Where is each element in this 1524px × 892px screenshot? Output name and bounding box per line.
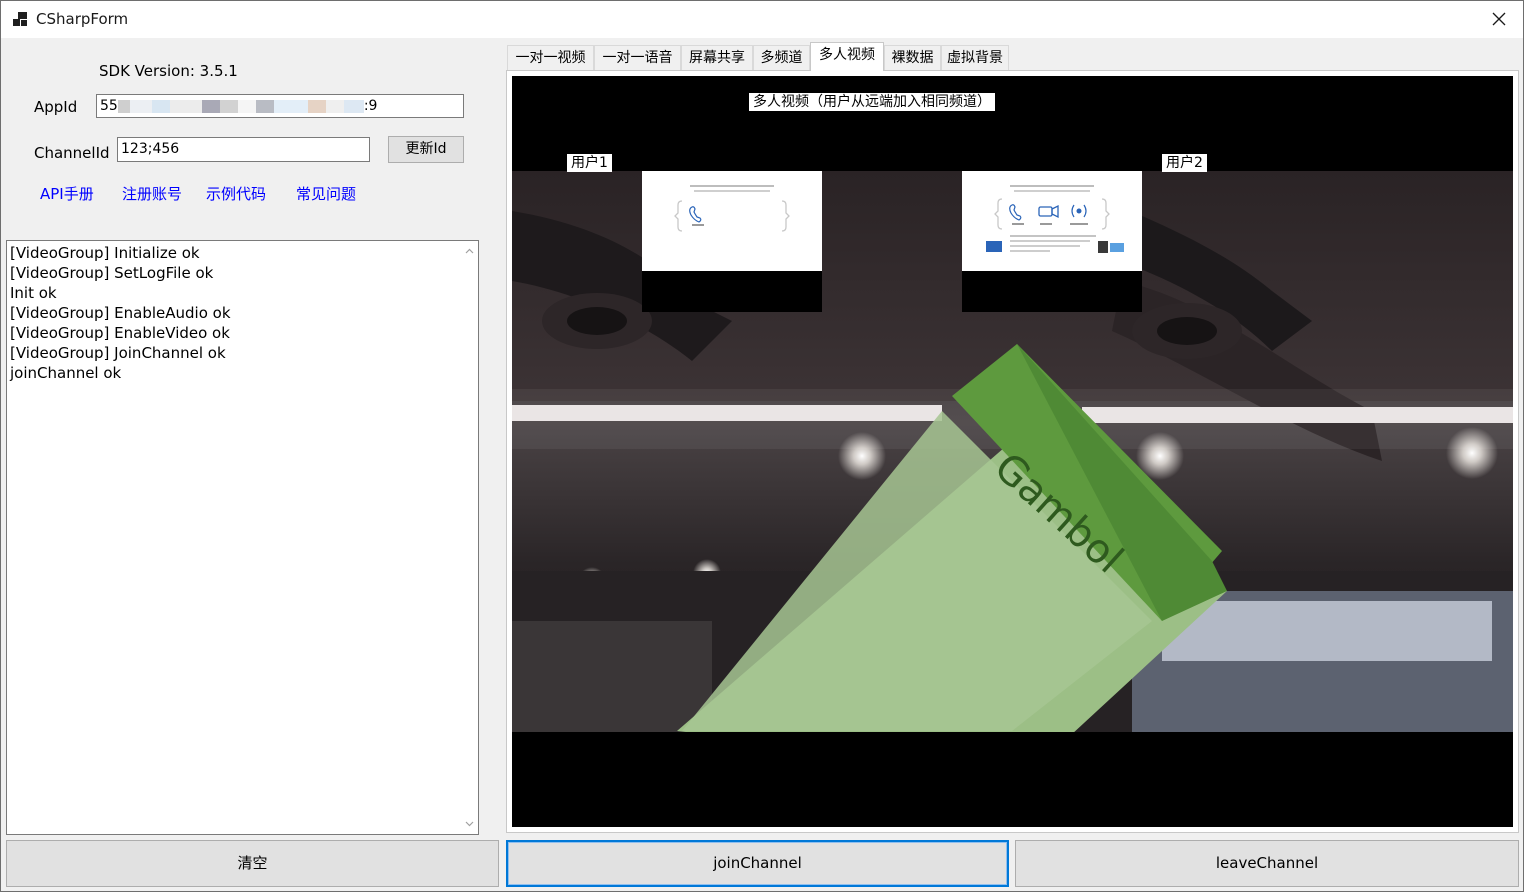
appid-redacted-mosaic [117,99,364,113]
log-line: [VideoGroup] EnableVideo ok [10,324,230,342]
appid-value-start: 55 [100,98,118,114]
user1-label: 用户1 [567,154,612,172]
tab-multi-channel[interactable]: 多频道 [753,45,810,70]
close-icon [1492,12,1506,26]
video-area: Gambol 多人视频（用户从远端加入相同频道） 用户1 用户2 [512,76,1513,827]
tab-multi-user-video[interactable]: 多人视频 [810,42,884,71]
link-sample-code[interactable]: 示例代码 [206,183,266,204]
window-title: CSharpForm [36,10,129,28]
channelid-label: ChannelId [34,144,110,162]
log-scrollbar[interactable] [461,241,478,834]
tab-one-to-one-video[interactable]: 一对一视频 [507,45,594,70]
log-line: [VideoGroup] SetLogFile ok [10,264,214,282]
close-button[interactable] [1477,1,1523,38]
log-line: joinChannel ok [10,364,122,382]
link-faq[interactable]: 常见问题 [296,183,356,204]
sdk-version-label: SDK Version: 3.5.1 [99,62,238,80]
appid-value-end: :9 [363,98,378,114]
log-line: [VideoGroup] JoinChannel ok [10,344,226,362]
tab-one-to-one-voice[interactable]: 一对一语音 [594,45,681,70]
main-window: CSharpForm SDK Version: 3.5.1 AppId 55 :9… [0,0,1524,892]
multi-video-caption: 多人视频（用户从远端加入相同频道） [749,93,995,111]
app-icon [13,12,27,26]
link-register-account[interactable]: 注册账号 [122,183,182,204]
user2-label: 用户2 [1162,154,1207,172]
channelid-field[interactable]: 123;456 [117,137,370,162]
tab-virtual-background[interactable]: 虚拟背景 [941,45,1009,70]
scroll-down-icon[interactable] [465,819,474,828]
title-bar: CSharpForm [1,1,1523,38]
link-api-manual[interactable]: API手册 [40,183,94,204]
log-line: [VideoGroup] EnableAudio ok [10,304,231,322]
appid-label: AppId [34,98,78,116]
scroll-up-icon[interactable] [465,247,474,256]
update-id-button[interactable]: 更新Id [388,136,464,163]
log-lines: [VideoGroup] Initialize ok [VideoGroup] … [10,243,231,383]
log-textbox[interactable]: [VideoGroup] Initialize ok [VideoGroup] … [6,240,479,835]
log-line: [VideoGroup] Initialize ok [10,244,200,262]
clear-button[interactable]: 清空 [6,840,499,887]
user2-remote-frame [962,171,1142,271]
log-line: Init ok [10,284,57,302]
user1-video [642,171,822,312]
leave-channel-button[interactable]: leaveChannel [1015,840,1519,887]
appid-field[interactable]: 55 :9 [96,94,464,118]
join-channel-button[interactable]: joinChannel [506,840,1009,887]
tab-screen-share[interactable]: 屏幕共享 [681,45,753,70]
user1-remote-frame [642,171,822,271]
tab-raw-data[interactable]: 裸数据 [884,45,941,70]
user2-video [962,171,1142,312]
